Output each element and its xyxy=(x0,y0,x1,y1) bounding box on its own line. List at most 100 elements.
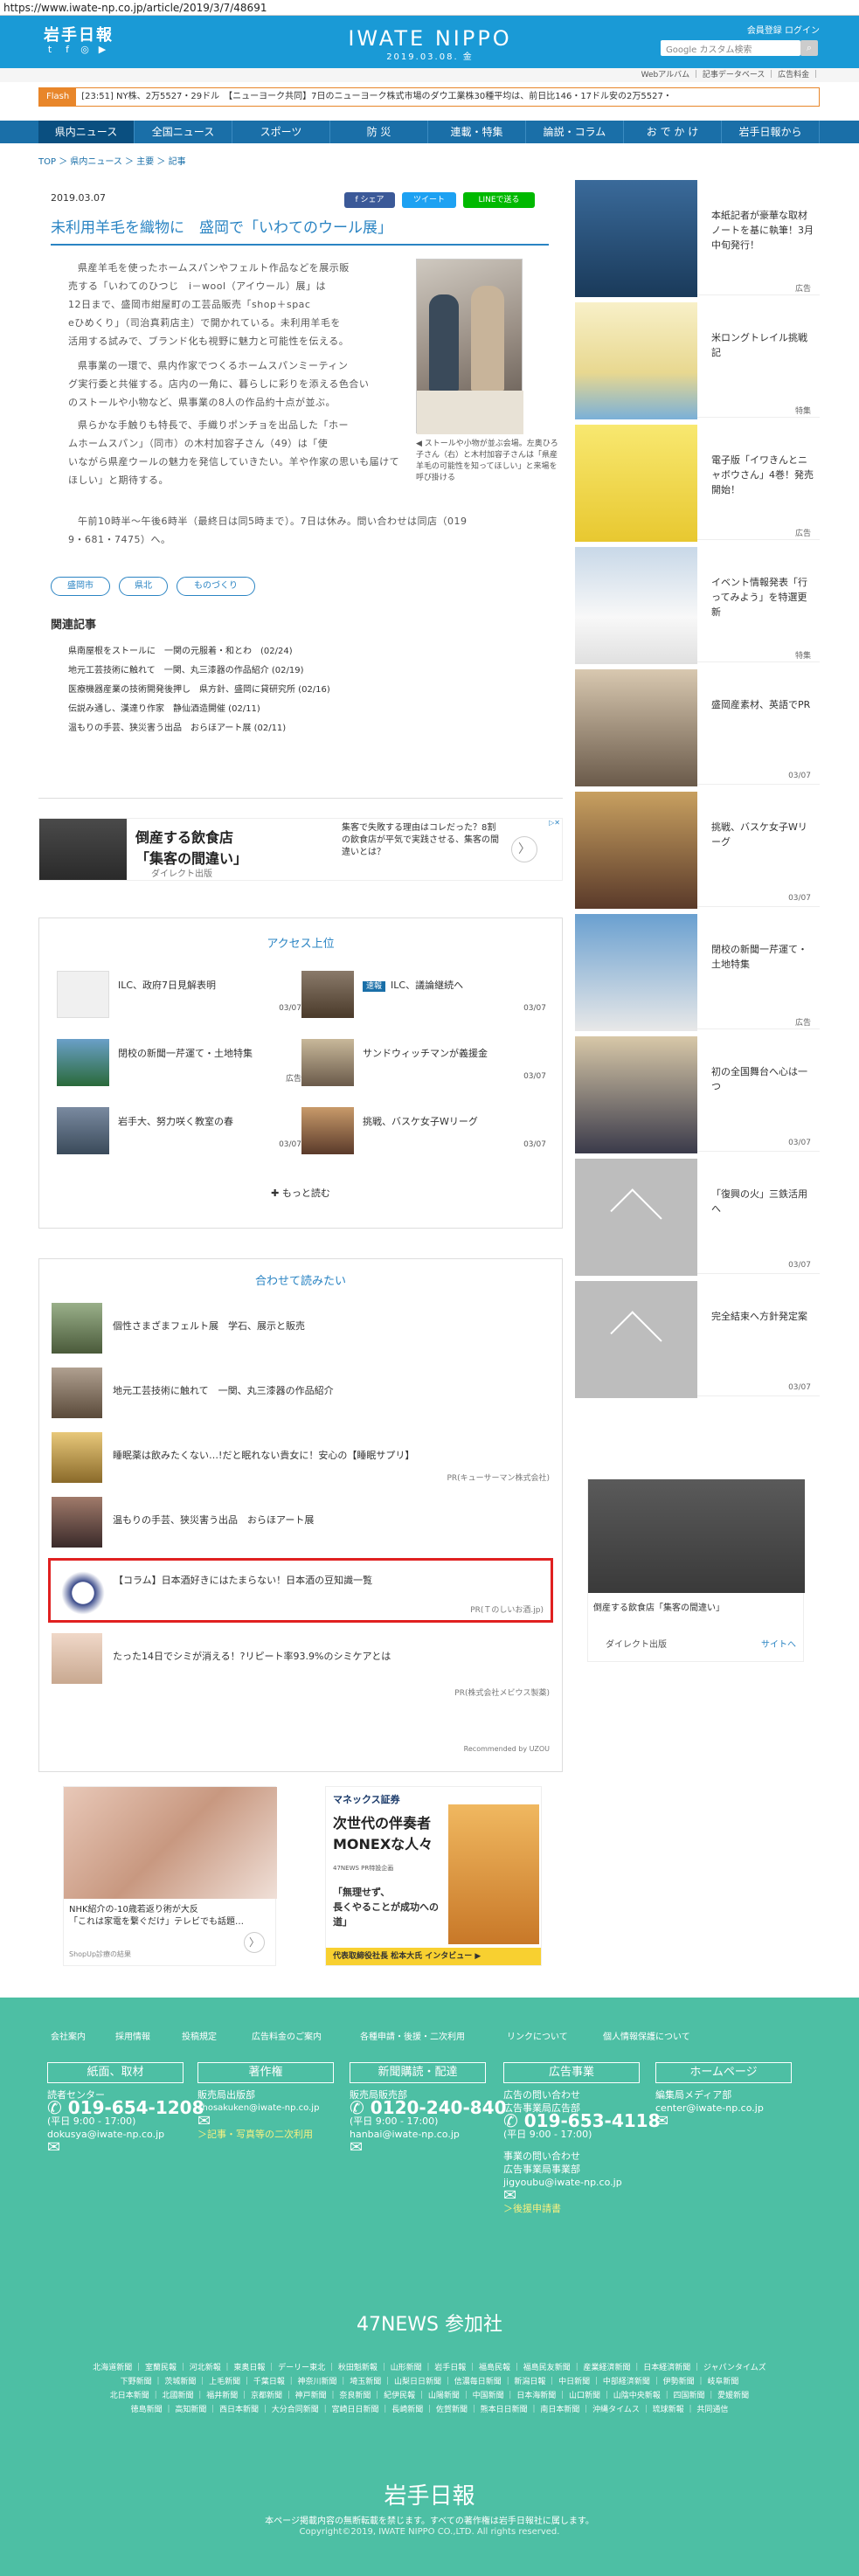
recommend-item[interactable]: 個性さまざまフェルト展 学石、展示と販売 xyxy=(52,1303,550,1354)
instagram-icon[interactable]: ◎ xyxy=(79,44,91,56)
youtube-icon[interactable]: ▶ xyxy=(96,44,108,56)
related-article-link[interactable]: 県南屋根をストールに 一関の元服着・和とわ (02/24) xyxy=(68,643,293,656)
related-article-link[interactable]: 伝説み通し、漢達り作家 静仙酒造開催 (02/11) xyxy=(68,701,260,714)
adchoices-icon[interactable]: ▷✕ xyxy=(549,819,560,827)
email-link[interactable]: dokusya@iwate-np.co.jp xyxy=(47,2128,204,2141)
bottom-ad-right[interactable]: マネックス証券 次世代の伴奏者 MONEXな人々 47NEWS PR特設企画 「… xyxy=(325,1786,542,1966)
partner-newspapers[interactable]: 北日本新聞 ｜ 北國新聞 ｜ 福井新聞 ｜ 京都新聞 ｜ 神戸新聞 ｜ 奈良新聞… xyxy=(0,2389,859,2400)
footer-logo[interactable]: 岩手日報 xyxy=(0,2478,859,2510)
footer-link-company[interactable]: 会社案内 xyxy=(51,2029,86,2042)
flash-text[interactable]: [23:51] NY株、2万5527・29ドル 【ニューヨーク共同】7日のニュー… xyxy=(81,92,672,101)
recommend-item[interactable]: 地元工芸技術に触れて 一関、丸三漆器の作品紹介 xyxy=(52,1368,550,1418)
search-icon[interactable]: ⌕ xyxy=(800,40,818,56)
footer-box-editorial: 紙面、取材 xyxy=(47,2062,184,2083)
recommend-thumbnail xyxy=(52,1303,102,1354)
ad-site-link[interactable]: サイトへ xyxy=(761,1637,796,1650)
ad-portrait xyxy=(448,1804,539,1944)
article-photo[interactable] xyxy=(416,259,523,434)
ranking-item[interactable]: 閉校の新聞一芹運て・土地特集 広告 xyxy=(57,1039,310,1086)
nav-series[interactable]: 連載・特集 xyxy=(428,121,526,143)
tag-monozukuri[interactable]: ものづくり xyxy=(177,577,255,596)
related-article-link[interactable]: 地元工芸技術に触れて 一関、丸三漆器の作品紹介 (02/19) xyxy=(68,662,304,675)
ranking-item[interactable]: 岩手大、努力咲く教室の春 03/07 xyxy=(57,1107,310,1154)
photo-caption: ◀ ストールや小物が並ぶ会場。左奥ひろ子さん（右）と木村加容子さんは「県産羊毛の… xyxy=(416,440,558,482)
footer-link-applications[interactable]: 各種申請・後援・二次利用 xyxy=(360,2029,465,2042)
ranking-item[interactable]: 速報 ILC、議論継続へ 03/07 xyxy=(301,971,555,1018)
nav-prefecture-news[interactable]: 県内ニュース xyxy=(38,121,135,143)
nav-disaster[interactable]: 防 災 xyxy=(330,121,428,143)
member-links[interactable]: 会員登録 ログイン xyxy=(747,23,820,36)
search-input[interactable]: Google カスタム検索 xyxy=(661,40,800,56)
footer-link-submission[interactable]: 投稿規定 xyxy=(182,2029,217,2042)
recommend-item[interactable]: 睡眠薬は飲みたくない…!だと眠れない貴女に！安心の【睡眠サプリ】 PR(キューサ… xyxy=(52,1432,550,1483)
tweet-button[interactable]: ツイート xyxy=(402,192,456,208)
ad-next-button[interactable]: 〉 xyxy=(511,836,537,862)
ranking-item[interactable]: サンドウィッチマンが義援金 03/07 xyxy=(301,1039,555,1086)
tag-kenpoku[interactable]: 県北 xyxy=(119,577,168,596)
sub-links[interactable]: Webアルバム ｜ 記事データベース ｜ 広告料金 ｜ xyxy=(0,68,859,82)
partner-newspapers[interactable]: 北海道新聞 ｜ 室蘭民報 ｜ 河北新報 ｜ 東奥日報 ｜ デーリー東北 ｜ 秋田… xyxy=(0,2361,859,2372)
recommend-item[interactable]: 温もりの手芸、狭災害う出品 おらほアート展 xyxy=(52,1497,550,1548)
mail-icon[interactable]: ✉ xyxy=(197,2114,319,2129)
facebook-share-button[interactable]: f シェア xyxy=(344,192,395,208)
nav-outing[interactable]: お で か け xyxy=(624,121,722,143)
sidebar-item[interactable]: 本紙記者が豪華な取材ノートを基に執筆！3月中旬発行！ 広告 xyxy=(575,173,820,297)
partner-newspapers[interactable]: 下野新聞 ｜ 茨城新聞 ｜ 上毛新聞 ｜ 千葉日報 ｜ 神奈川新聞 ｜ 埼玉新聞… xyxy=(0,2375,859,2386)
mail-icon[interactable]: ✉ xyxy=(350,2140,507,2156)
sidebar-item[interactable]: 初の全国舞台へ心は一つ 03/07 xyxy=(575,1029,820,1153)
sidebar-item[interactable]: 完全結束へ方針発定案 03/07 xyxy=(575,1274,820,1398)
bottom-ad-left[interactable]: NHK紹介の-10歳若返り術が大反 「これは家電を繋ぐだけ」テレビでも話題… S… xyxy=(63,1786,277,1966)
tag-morioka[interactable]: 盛岡市 xyxy=(51,577,110,596)
line-share-button[interactable]: LINEで送る xyxy=(463,192,535,208)
footer-col-subscription: 販売局販売部 ✆ 0120-240-840 (平日 9:00 - 17:00) … xyxy=(350,2089,507,2157)
sidebar-item[interactable]: 米ロングトレイル挑戦記 特集 xyxy=(575,295,820,419)
sponsorship-form-link[interactable]: ＞後援申請書 xyxy=(503,2202,661,2215)
ad-banner[interactable]: 倒産する飲食店 「集客の間違い」 ダイレクト出版 集客で失敗する理由はコレだった？… xyxy=(38,818,563,881)
article-paragraph-4: 午前10時半～午後6時半（最終日は同5時まで）。7日は休み。問い合わせは同店（0… xyxy=(68,516,468,545)
breadcrumb[interactable]: TOP ＞ 県内ニュース ＞ 主要 ＞ 記事 xyxy=(38,154,186,167)
nav-sports[interactable]: スポーツ xyxy=(232,121,330,143)
recommend-item[interactable]: たった14日でシミが消える！?リピート率93.9%のシミケアとは PR(株式会社… xyxy=(52,1633,550,1698)
email-link[interactable]: chosakuken@iwate-np.co.jp xyxy=(197,2102,319,2115)
sidebar-item[interactable]: 盛岡産素材、英語でPR 03/07 xyxy=(575,662,820,786)
related-article-link[interactable]: 温もりの手芸、狭災害う出品 おらほアート展 (02/11) xyxy=(68,720,286,733)
twitter-icon[interactable]: t xyxy=(44,44,56,56)
mail-icon[interactable]: ✉ xyxy=(47,2140,204,2156)
nav-from-iwate-nippo[interactable]: 岩手日報から xyxy=(722,121,820,143)
sidebar-item[interactable]: 挑戦、バスケ女子Wリーグ 03/07 xyxy=(575,785,820,909)
nav-editorial[interactable]: 論説・コラム xyxy=(526,121,624,143)
sidebar-item[interactable]: 「復興の火」三鉄活用へ 03/07 xyxy=(575,1152,820,1276)
sidebar-thumbnail xyxy=(575,1159,697,1276)
email-link[interactable]: jigyoubu@iwate-np.co.jp xyxy=(503,2176,661,2189)
ranking-item[interactable]: ILC、政府7日見解表明 03/07 xyxy=(57,971,310,1018)
flash-news-ticker[interactable]: Flash [23:51] NY株、2万5527・29ドル 【ニューヨーク共同】7… xyxy=(38,87,820,107)
recommend-item-highlighted[interactable]: 【コラム】日本酒好きにはたまらない！日本酒の豆知識一覧 PR(Ｔのしいお酒.jp… xyxy=(48,1558,553,1623)
partner-newspapers[interactable]: 徳島新聞 ｜ 高知新聞 ｜ 西日本新聞 ｜ 大分合同新聞 ｜ 宮崎日日新聞 ｜ … xyxy=(0,2403,859,2414)
footer-link-recruit[interactable]: 採用情報 xyxy=(115,2029,150,2042)
related-article-link[interactable]: 医療機器産業の技術開発後押し 県方針、盛岡に貸研究所 (02/16) xyxy=(68,682,330,695)
email-link[interactable]: hanbai@iwate-np.co.jp xyxy=(350,2128,507,2141)
sidebar-item[interactable]: 電子版「イワきんとニャボウさん」4巻！発売開始！ 広告 xyxy=(575,418,820,542)
address-bar[interactable]: https://www.iwate-np.co.jp/article/2019/… xyxy=(0,0,859,16)
email-link[interactable]: center@iwate-np.co.jp xyxy=(655,2102,764,2115)
secondary-use-link[interactable]: ＞記事・写真等の二次利用 xyxy=(197,2128,319,2141)
sidebar-ad[interactable]: 倒産する飲食店「集客の間違い」 ダイレクト出版 サイトへ xyxy=(587,1478,805,1662)
mail-icon[interactable]: ✉ xyxy=(655,2114,764,2129)
mail-icon[interactable]: ✉ xyxy=(503,2188,661,2204)
nav-national-news[interactable]: 全国ニュース xyxy=(135,121,232,143)
phone-icon: ✆ 0120-240-840 xyxy=(350,2097,507,2118)
read-more-link[interactable]: ✚ もっと読む xyxy=(39,1186,562,1200)
sidebar-thumbnail xyxy=(575,302,697,419)
ad-footer-link[interactable]: 代表取締役社長 松本大氏 インタビュー ▶ xyxy=(326,1948,541,1965)
footer-link-privacy[interactable]: 個人情報保護について xyxy=(603,2029,690,2042)
site-logo[interactable]: 岩手日報 xyxy=(44,23,114,45)
footer-link-linking[interactable]: リンクについて xyxy=(507,2029,568,2042)
ad-next-button[interactable]: 〉 xyxy=(244,1932,265,1953)
sidebar-item[interactable]: イベント情報発表「行ってみよう」を特選更新 特集 xyxy=(575,540,820,664)
footer-link-ad-rates[interactable]: 広告料金のご案内 xyxy=(252,2029,322,2042)
uzou-credit[interactable]: Recommended by UZOU xyxy=(464,1745,550,1753)
sidebar-item[interactable]: 閉校の新聞一芹運て・土地特集 広告 xyxy=(575,907,820,1031)
recommend-title: 合わせて読みたい xyxy=(254,1275,346,1288)
facebook-icon[interactable]: f xyxy=(61,44,73,56)
ranking-item[interactable]: 挑戦、バスケ女子Wリーグ 03/07 xyxy=(301,1107,555,1154)
